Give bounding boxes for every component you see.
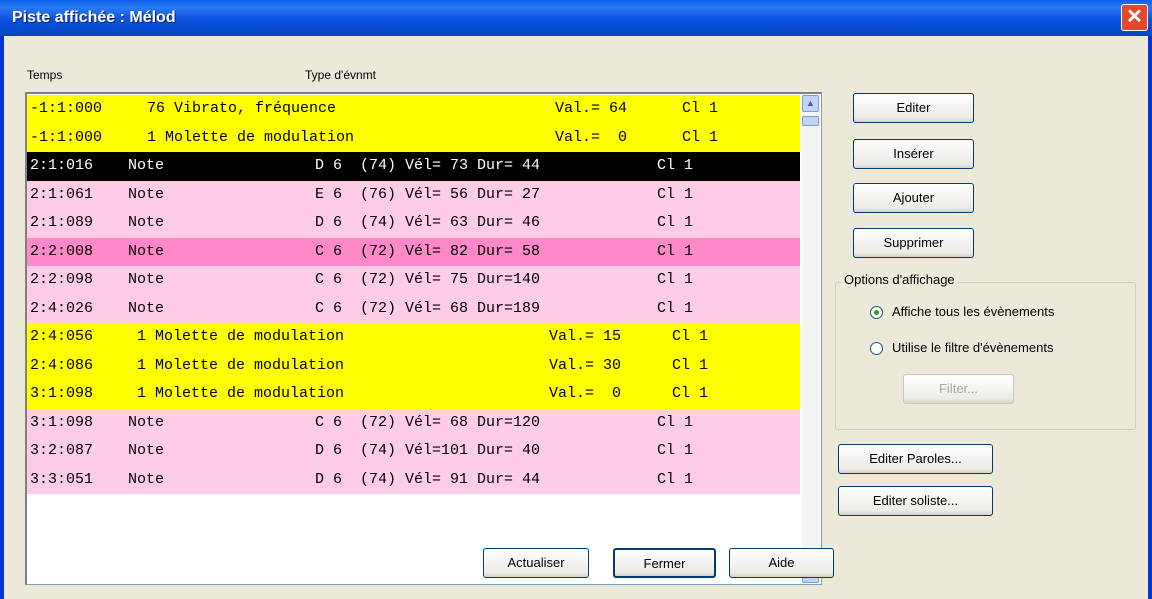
event-value: Val.= 30: [549, 356, 622, 374]
event-time: 2:4:086: [30, 356, 94, 374]
event-row[interactable]: 2:1:089 Note D 6 (74) Vél= 63 Dur= 46 Cl 1: [27, 209, 800, 238]
event-desc: 1 Molette de modulation: [137, 328, 345, 345]
event-desc: Note: [128, 242, 165, 260]
event-row[interactable]: 3:2:087 Note D 6 (74) Vél=101 Dur= 40 Cl 1: [27, 437, 800, 466]
filter-button[interactable]: Filter...: [903, 374, 1014, 404]
event-desc: Note: [128, 157, 165, 174]
use-filter-label[interactable]: Utilise le filtre d'évènements: [892, 340, 1053, 355]
event-value: Val.= 64: [555, 100, 628, 117]
event-channel: Cl 1: [672, 328, 709, 345]
edit-lyrics-button[interactable]: Editer Paroles...: [838, 444, 993, 474]
event-time: -1:1:000: [30, 100, 103, 117]
event-row[interactable]: 3:1:098 1 Molette de modulation Val.= 0 Cl …: [27, 380, 800, 409]
display-options-title: Options d'affichage: [842, 272, 957, 287]
event-row[interactable]: 2:4:026 Note C 6 (72) Vél= 68 Dur=189 Cl 1: [27, 294, 800, 323]
event-channel: Cl 1: [657, 271, 694, 288]
close-window-button[interactable]: ✕: [1121, 4, 1148, 31]
radio-selected-dot: [874, 310, 879, 315]
event-desc: Note: [128, 214, 165, 231]
insert-button[interactable]: Insérer: [853, 139, 974, 169]
event-desc: Note: [128, 413, 165, 431]
event-desc: Note: [128, 299, 165, 317]
event-list[interactable]: -1:1:000 76 Vibrato, fréquence Val.= 64 Cl …: [25, 92, 822, 585]
event-time: 2:2:098: [30, 271, 94, 288]
event-desc: 1 Molette de modulation: [137, 356, 345, 374]
edit-button[interactable]: Editer: [853, 93, 974, 123]
event-row[interactable]: 2:1:061 Note E 6 (76) Vél= 56 Dur= 27 Cl 1: [27, 180, 800, 209]
event-value: Val.= 0: [549, 385, 622, 402]
scroll-up-button[interactable]: ▲: [802, 95, 819, 112]
event-time: 3:2:087: [30, 442, 94, 459]
event-channel: Cl 1: [657, 157, 694, 174]
event-time: 2:1:061: [30, 185, 94, 203]
event-channel: Cl 1: [657, 242, 694, 260]
column-header-event-type: Type d'évnmt: [305, 68, 376, 82]
scroll-up-icon: ▲: [806, 98, 815, 108]
event-channel: Cl 1: [672, 385, 709, 402]
event-row[interactable]: 2:4:056 1 Molette de modulation Val.= 15 Cl…: [27, 323, 800, 352]
dialog-window: Piste affichée : Mélod ✕ Temps Type d'év…: [0, 0, 1152, 599]
close-button[interactable]: Fermer: [613, 548, 716, 578]
event-channel: Cl 1: [682, 128, 719, 146]
window-title: Piste affichée : Mélod: [12, 9, 176, 26]
event-desc: 1 Molette de modulation: [137, 385, 345, 402]
event-row[interactable]: 3:3:051 Note D 6 (74) Vél= 91 Dur= 44 Cl 1: [27, 465, 800, 494]
vertical-scrollbar[interactable]: ▲ ▼: [802, 94, 820, 584]
event-time: 3:3:051: [30, 470, 94, 488]
event-time: 3:1:098: [30, 385, 94, 402]
event-time: 2:4:026: [30, 299, 94, 317]
event-row[interactable]: -1:1:000 76 Vibrato, fréquence Val.= 64 Cl …: [27, 95, 800, 124]
event-desc: Note: [128, 470, 165, 488]
event-row[interactable]: 2:2:098 Note C 6 (72) Vél= 75 Dur=140 Cl 1: [27, 266, 800, 295]
event-desc: Note: [128, 185, 165, 203]
event-desc: Note: [128, 271, 165, 288]
event-row[interactable]: 3:1:098 Note C 6 (72) Vél= 68 Dur=120 Cl 1: [27, 408, 800, 437]
event-time: -1:1:000: [30, 128, 103, 146]
help-button[interactable]: Aide: [729, 548, 834, 578]
event-channel: Cl 1: [657, 185, 694, 203]
event-time: 2:1:016: [30, 157, 94, 174]
event-desc: 1 Molette de modulation: [147, 128, 355, 146]
scrollbar-thumb[interactable]: [802, 116, 819, 126]
event-time: 2:4:056: [30, 328, 94, 345]
event-detail: D 6 (74) Vél= 63 Dur= 46: [315, 214, 541, 231]
event-detail: C 6 (72) Vél= 68 Dur=120: [315, 413, 541, 431]
event-channel: Cl 1: [657, 299, 694, 317]
event-detail: C 6 (72) Vél= 68 Dur=189: [315, 299, 541, 317]
event-detail: C 6 (72) Vél= 82 Dur= 58: [315, 242, 541, 260]
event-desc: Note: [128, 442, 165, 459]
add-button[interactable]: Ajouter: [853, 183, 974, 213]
column-header-time: Temps: [27, 68, 63, 82]
event-detail: D 6 (74) Vél= 91 Dur= 44: [315, 470, 541, 488]
event-channel: Cl 1: [672, 356, 709, 374]
event-row[interactable]: 2:4:086 1 Molette de modulation Val.= 30 Cl…: [27, 351, 800, 380]
event-channel: Cl 1: [657, 413, 694, 431]
event-detail: E 6 (76) Vél= 56 Dur= 27: [315, 185, 541, 203]
event-detail: C 6 (72) Vél= 75 Dur=140: [315, 271, 541, 288]
edit-soloist-button[interactable]: Editer soliste...: [838, 486, 993, 516]
event-desc: 76 Vibrato, fréquence: [147, 100, 337, 117]
event-channel: Cl 1: [657, 470, 694, 488]
event-row[interactable]: 2:2:008 Note C 6 (72) Vél= 82 Dur= 58 Cl 1: [27, 237, 800, 266]
event-row[interactable]: -1:1:000 1 Molette de modulation Val.= 0 Cl…: [27, 123, 800, 152]
event-value: Val.= 15: [549, 328, 622, 345]
event-time: 2:2:008: [30, 242, 94, 260]
event-detail: D 6 (74) Vél=101 Dur= 40: [315, 442, 541, 459]
close-icon: ✕: [1126, 6, 1143, 28]
event-value: Val.= 0: [555, 128, 628, 146]
show-all-label[interactable]: Affiche tous les évènements: [892, 304, 1054, 319]
event-time: 2:1:089: [30, 214, 94, 231]
refresh-button[interactable]: Actualiser: [483, 548, 589, 578]
delete-button[interactable]: Supprimer: [853, 228, 974, 258]
event-channel: Cl 1: [657, 214, 694, 231]
event-detail: D 6 (74) Vél= 73 Dur= 44: [315, 157, 541, 174]
event-channel: Cl 1: [682, 100, 719, 117]
event-time: 3:1:098: [30, 413, 94, 431]
event-rows: -1:1:000 76 Vibrato, fréquence Val.= 64 Cl …: [27, 95, 800, 494]
show-all-radio[interactable]: [870, 306, 883, 319]
use-filter-radio[interactable]: [870, 342, 883, 355]
event-row[interactable]: 2:1:016 Note D 6 (74) Vél= 73 Dur= 44 Cl 1: [27, 152, 800, 181]
title-bar[interactable]: Piste affichée : Mélod ✕: [0, 0, 1152, 36]
event-channel: Cl 1: [657, 442, 694, 459]
